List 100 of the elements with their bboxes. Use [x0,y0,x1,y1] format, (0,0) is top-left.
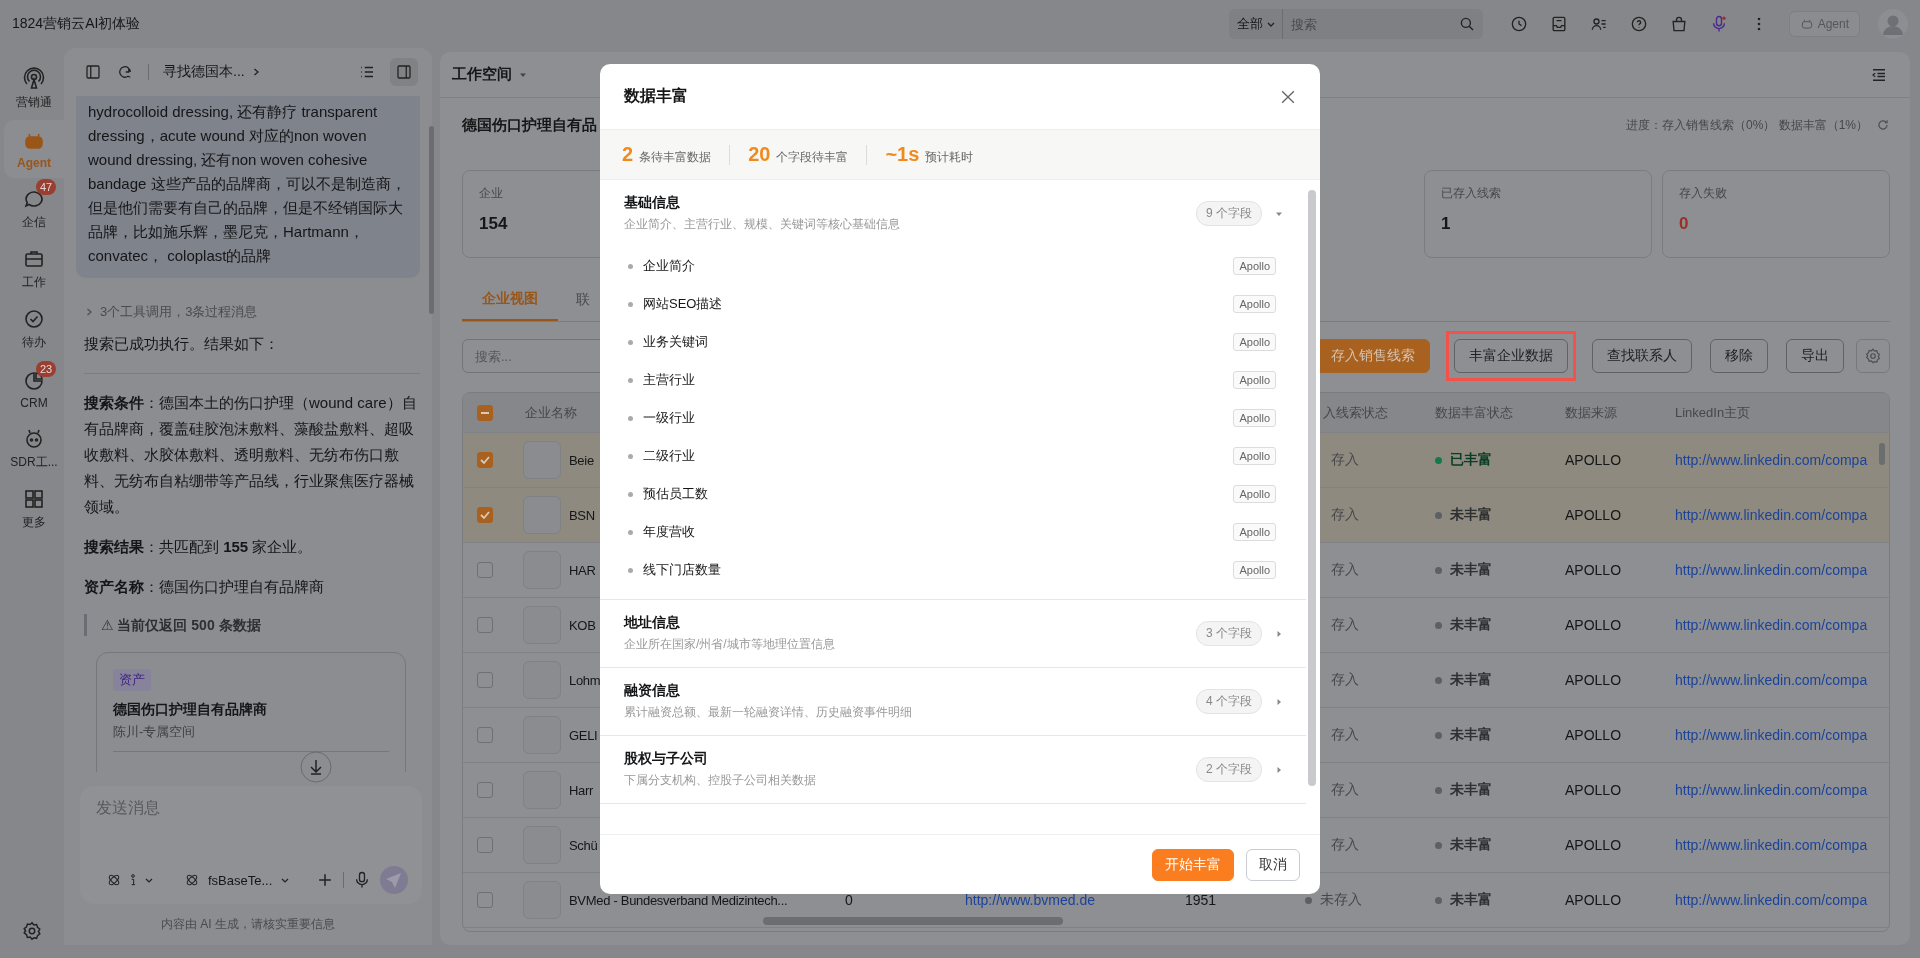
column-header: 数据来源 [1564,403,1618,422]
section-description: 累计融资总额、最新一轮融资详情、历史融资事件明细 [624,704,912,721]
table-cell: 0 [845,892,853,908]
message-input[interactable]: 发送消息 fsBaseTe... [80,786,422,904]
search-field[interactable]: 搜索 [1282,9,1451,39]
lead-status: 存入 [1331,836,1359,854]
row-checkbox[interactable] [477,892,493,908]
atom-icon[interactable] [184,872,200,888]
table-cell: APOLLO [1565,837,1622,853]
company-name[interactable]: GELI [569,727,598,743]
lead-status: 存入 [1331,616,1359,634]
lead-status: 存入 [1331,781,1359,799]
linkedin-link[interactable]: http://www.linkedin.com/compa [1675,452,1868,468]
row-checkbox[interactable] [477,727,493,743]
field-name: 二级行业 [643,447,695,465]
reply-paragraph: 搜索结果：共匹配到 155 家企业。 [83,537,314,557]
panel-toggle-button[interactable] [390,58,418,86]
company-name[interactable]: Schü [569,837,598,853]
stat-label: 条待丰富数据 [639,149,712,166]
enrich-status: 未丰富 [1450,616,1492,634]
row-checkbox[interactable] [477,507,493,523]
source-tag: Apollo [1233,333,1276,351]
linkedin-link[interactable]: http://www.linkedin.com/compa [1675,507,1868,523]
refresh-icon[interactable] [1876,118,1890,132]
lead-status: 存入 [1331,726,1359,744]
settings-icon[interactable] [21,920,43,942]
stat-label: 预计耗时 [925,149,974,166]
settings-button[interactable] [1856,339,1890,373]
sidebar-toggle-icon[interactable] [84,63,102,81]
linkedin-link[interactable]: http://www.linkedin.com/compa [1675,672,1868,688]
linkedin-link[interactable]: http://www.linkedin.com/compa [1675,837,1868,853]
company-name[interactable]: Lohm [569,672,601,688]
field-name: 线下门店数量 [643,561,721,579]
row-checkbox[interactable] [477,617,493,633]
scrollbar-thumb[interactable] [1308,190,1316,786]
tool-call-summary[interactable]: 3个工具调用，3条过程消息 [100,302,258,322]
atom-icon[interactable] [106,872,122,888]
row-checkbox[interactable] [477,782,493,798]
field-name: 企业简介 [643,257,695,275]
user-message: hydrocolloid dressing, 还有静疗 transparent dressing，acute wound 对应的non woven wound dressing, 还有non woven cohesive bandage 这些产品的品牌商，可以不是制造商，但是他们需要有自己的品牌，但是不经销国际大品牌，比如施乐辉，墨尼克，Hartmann，convatec， coloplast的品牌 [76,96,420,278]
nav-item[interactable]: 47 企信 [4,180,64,238]
nav-item[interactable]: 工作 [4,240,64,298]
section-title: 地址信息 [624,614,681,632]
conversation-title[interactable]: 寻找德国本... [163,63,245,81]
row-checkbox[interactable] [477,837,493,853]
table-cell: APOLLO [1565,617,1622,633]
panel-icon [395,63,413,81]
company-name[interactable]: BSN [569,507,595,523]
company-name[interactable]: Beie [569,452,594,468]
cancel-button[interactable]: 取消 [1246,848,1300,881]
nav-item[interactable]: SDR工... [4,420,64,478]
linkedin-link[interactable]: http://www.linkedin.com/compa [1675,892,1868,908]
website-link[interactable]: http://www.bvmed.de [965,892,1095,908]
gear-icon [1864,347,1882,365]
notice-quote: ⚠ 当前仅返回 500 条数据 [84,614,420,636]
chevron-icon[interactable] [84,307,94,317]
linkedin-link[interactable]: http://www.linkedin.com/compa [1675,782,1868,798]
nav-label: 待办 [22,334,46,351]
linkedin-link[interactable]: http://www.linkedin.com/compa [1675,727,1868,743]
stat-label: 已存入线索 [1441,185,1501,202]
scope-dropdown[interactable]: 全部 [1228,9,1283,39]
row-checkbox[interactable] [477,452,493,468]
nav-item[interactable]: 待办 [4,300,64,358]
nav-label: SDR工... [10,454,58,471]
row-checkbox[interactable] [477,672,493,688]
nav-label: 企信 [22,214,46,231]
toolbar-button[interactable]: 移除 [1710,339,1768,373]
new-chat-icon[interactable] [116,63,134,81]
model-selector[interactable]: fsBaseTe... [208,872,273,888]
start-button[interactable]: 开始丰富 [1152,848,1234,881]
stat-value: 0 [1679,214,1689,234]
nav-label: Agent [17,155,51,170]
scrollbar-thumb[interactable] [763,917,1063,925]
company-name[interactable]: HAR [569,562,596,578]
scrollbar-thumb[interactable] [1879,443,1885,465]
section-description: 企业简介、主营行业、规模、关键词等核心基础信息 [624,216,900,233]
stat-number: 2 [622,143,634,166]
reply-paragraph: 搜索条件：德国本土的伤口护理（wound care）自有品牌商，覆盖硅胶泡沫敷料、藻酸盐敷料、超吸收敷料、水胶体敷料、透明敷料、无纺布伤口敷料、无纺布自粘绷带等产品线，行业聚焦医疗器械领域。 [83,393,418,517]
nav-item[interactable]: 23 CRM [4,360,64,418]
nav-item[interactable]: 营销通 [4,60,64,118]
company-name[interactable]: Harr [569,782,594,798]
section-title: 基础信息 [624,194,681,212]
workspace-dropdown[interactable]: 工作空间 [452,65,512,84]
toolbar-button[interactable]: 导出 [1786,339,1844,373]
toolbar-button[interactable]: 查找联系人 [1592,339,1692,373]
section-title: 融资信息 [624,682,681,700]
nav-item[interactable]: 更多 [4,480,64,538]
toolbar-button[interactable]: 丰富企业数据 [1454,339,1568,373]
scrollbar-thumb[interactable] [429,126,434,314]
search-button[interactable] [1450,9,1483,39]
row-checkbox[interactable] [477,562,493,578]
stat-value: 1 [1441,214,1451,234]
linkedin-link[interactable]: http://www.linkedin.com/compa [1675,562,1868,578]
enrich-status: 未丰富 [1450,726,1492,744]
asset-title: 德国伤口护理自有品 [462,115,597,135]
company-name[interactable]: KOB [569,617,596,633]
linkedin-link[interactable]: http://www.linkedin.com/compa [1675,617,1868,633]
select-all-checkbox[interactable] [477,404,493,421]
company-name[interactable]: BVMed - Bundesverband Medizintech... [569,892,788,908]
scroll-down-button[interactable] [300,751,332,783]
